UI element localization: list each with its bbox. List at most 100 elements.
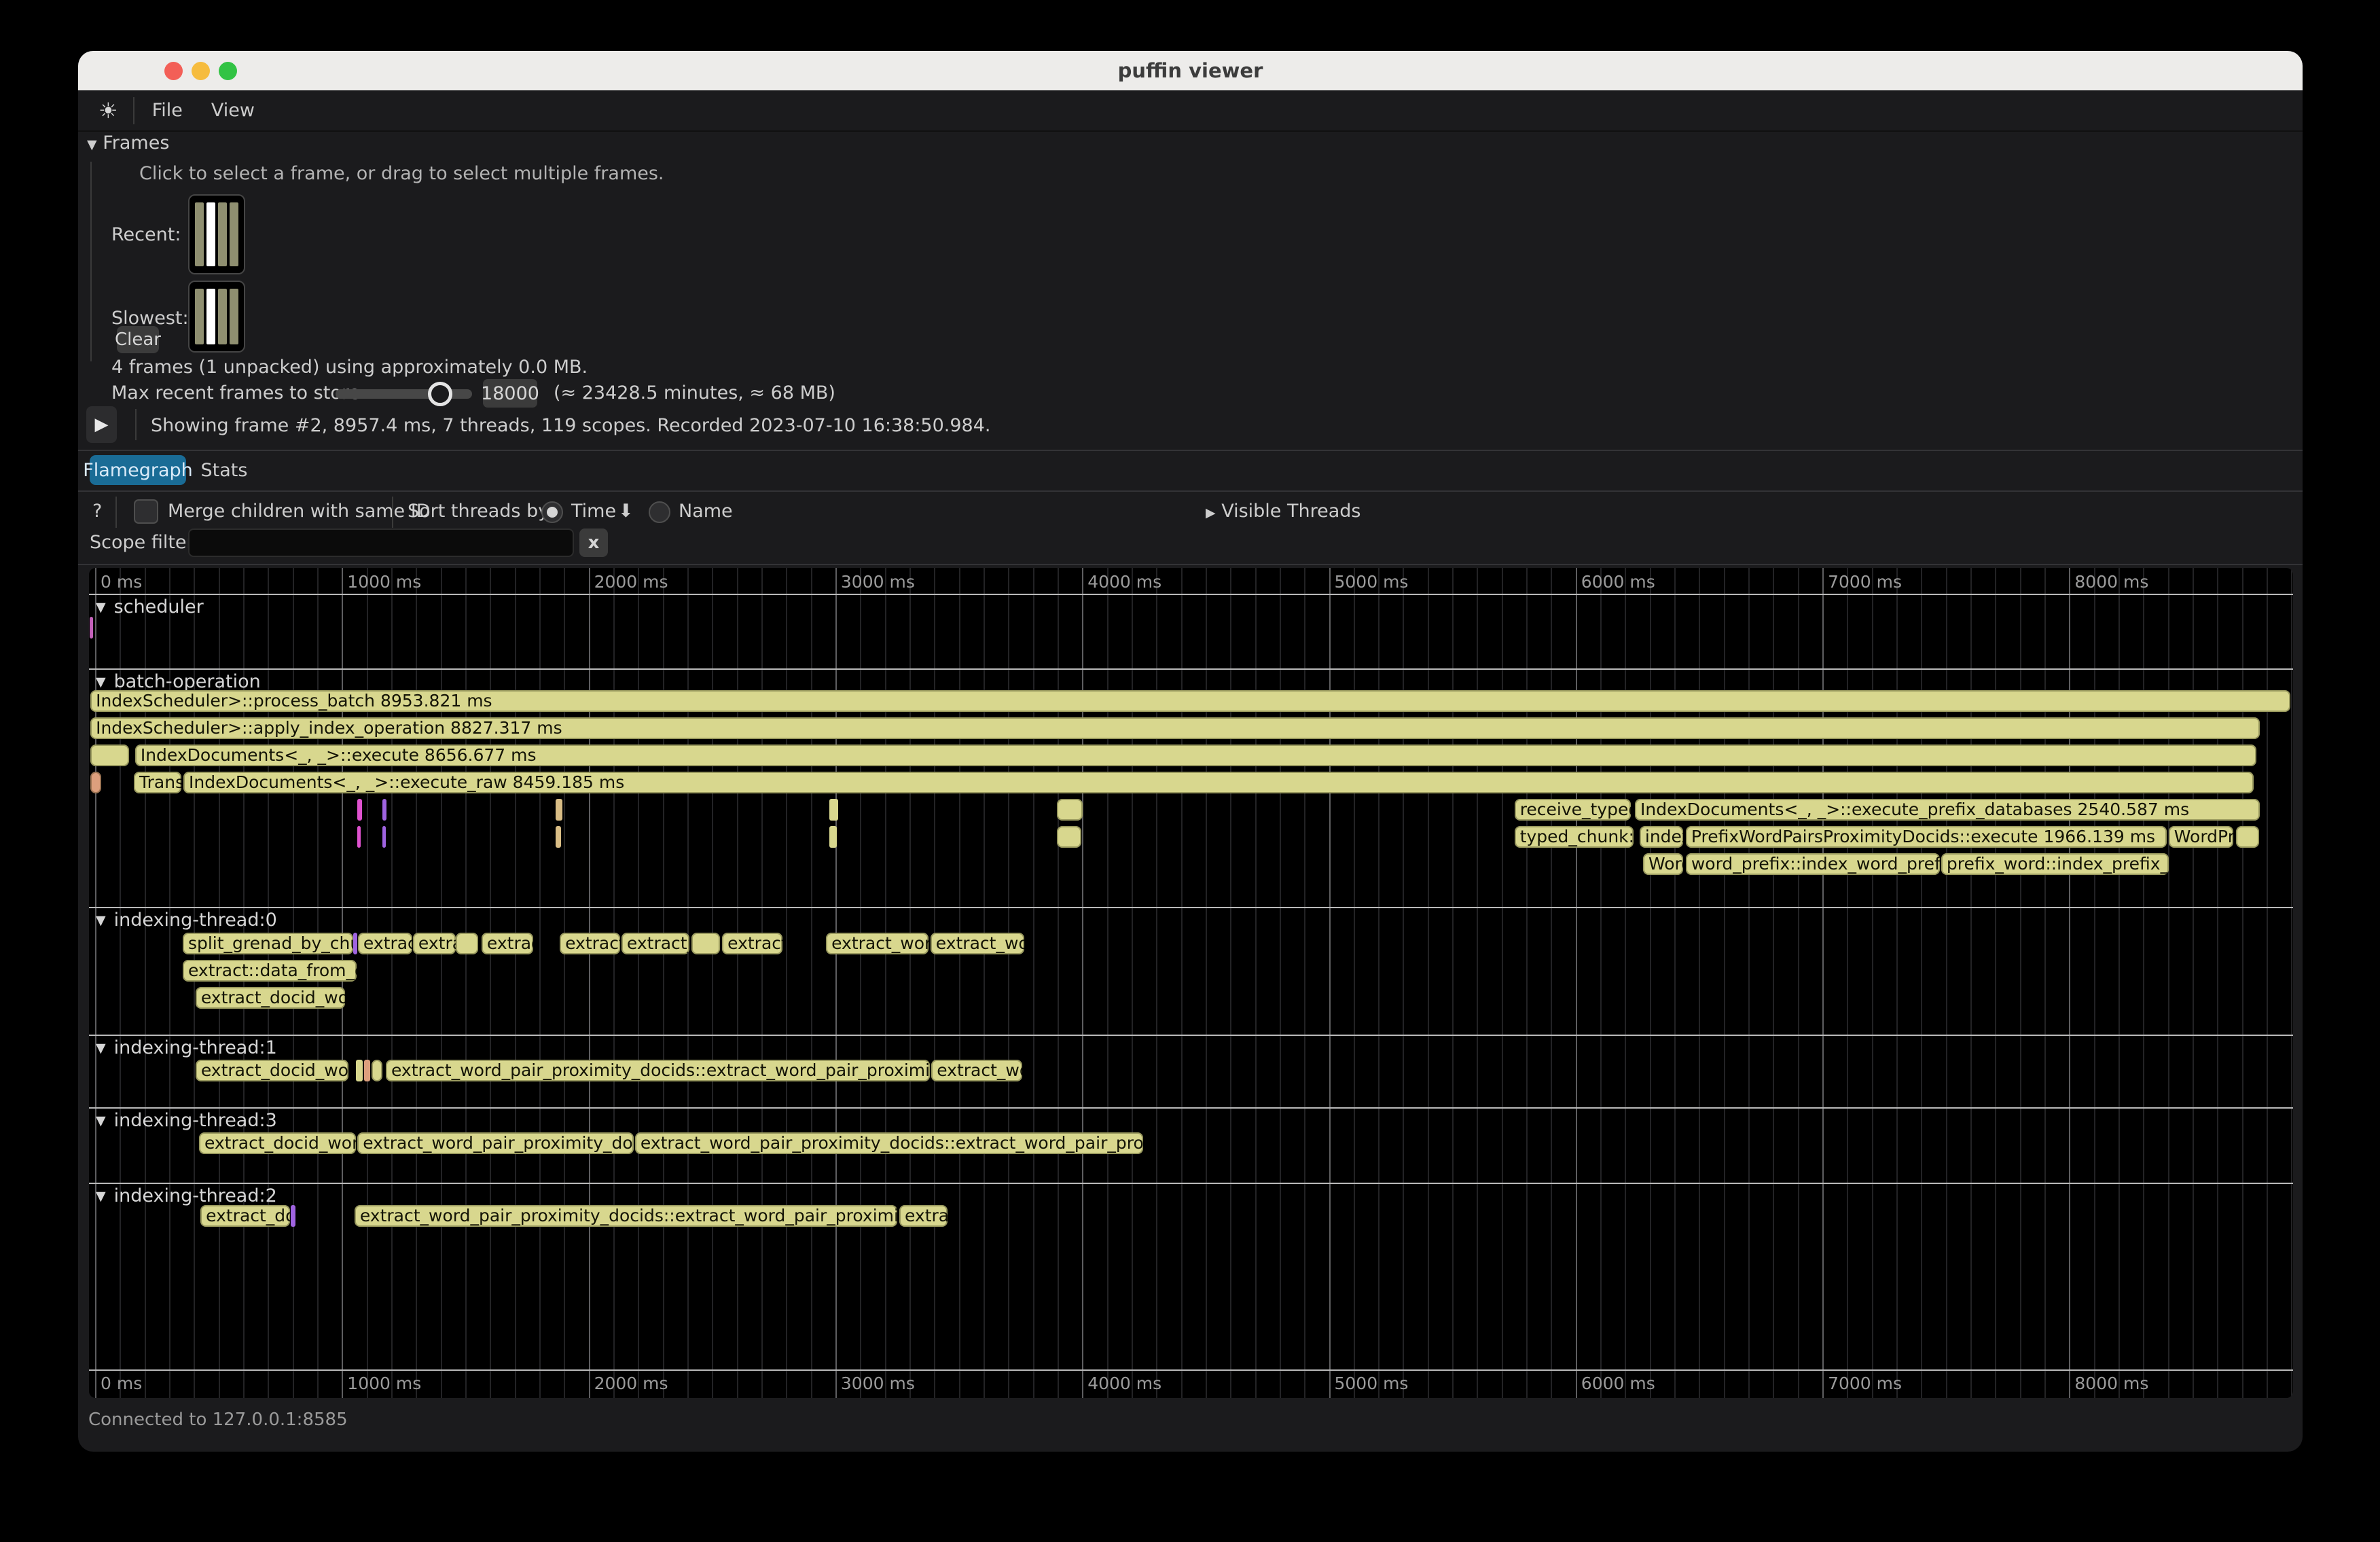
sort-direction-arrow-icon[interactable]: ⬇ [618,501,634,522]
flamegraph-scope[interactable]: IndexScheduler>::process_batch 8953.821 … [90,690,2290,712]
sort-name-label[interactable]: Name [679,501,733,522]
flamegraph-scope[interactable]: extract_word_pair_proximity_docids::extr… [355,1205,897,1227]
maximize-button[interactable] [219,62,237,80]
flamegraph-scope[interactable] [2236,826,2259,848]
flamegraph-scope[interactable] [456,933,478,954]
frame-thumbnail-bar[interactable] [218,202,227,266]
frames-header[interactable]: ▼ Frames [87,132,169,154]
flamegraph-scope[interactable]: PrefixWordPairsProximityDocids::execute … [1686,826,2167,848]
scope-filter-input[interactable] [188,528,574,557]
flamegraph-scope[interactable]: extra [413,933,456,954]
flamegraph-scope[interactable]: IndexDocuments<_, _>::execute_prefix_dat… [1635,799,2260,821]
clear-button[interactable]: Clear [117,326,159,353]
flamegraph-scope[interactable]: IndexScheduler>::apply_index_operation 8… [90,717,2260,739]
frame-thumbnail-bar[interactable] [230,202,238,266]
flamegraph-scope[interactable] [291,1205,295,1227]
flamegraph-scope[interactable]: extract_docid_word [199,1132,356,1154]
sort-name-radio[interactable] [649,501,670,523]
frame-thumbnail-bar[interactable] [195,289,204,344]
thread-header-indexing-thread:0[interactable]: ▼indexing-thread:0 [96,910,277,931]
frame-thumbnail-bar[interactable] [218,289,227,344]
flamegraph-scope[interactable]: extract_wo [931,1060,1022,1081]
thread-header-indexing-thread:1[interactable]: ▼indexing-thread:1 [96,1037,277,1058]
flamegraph-scope[interactable]: extract_wo [931,933,1024,954]
merge-children-checkbox[interactable] [134,499,158,524]
thread-header-indexing-thread:3[interactable]: ▼indexing-thread:3 [96,1110,277,1131]
flamegraph-scope[interactable] [829,799,838,821]
sort-time-radio[interactable] [541,501,563,523]
play-button[interactable]: ▶ [86,406,117,443]
merge-children-label[interactable]: Merge children with same ID [168,501,431,522]
max-frames-slider-knob[interactable] [428,382,452,406]
flamegraph-scope[interactable]: extract_word_pair_proximity_docids::extr… [635,1132,1143,1154]
thread-header-batch-operation[interactable]: ▼batch-operation [96,671,261,692]
flamegraph-scope[interactable] [1057,826,1081,848]
lane-separator [89,1369,2293,1371]
flamegraph-scope[interactable] [556,799,562,821]
flamegraph-scope[interactable]: extrac [482,933,533,954]
menu-file[interactable]: File [152,100,183,121]
flamegraph-scope[interactable]: extract_ [621,933,689,954]
flamegraph-scope[interactable] [372,1060,382,1081]
clear-filter-button[interactable]: x [579,528,608,557]
frame-thumbnail-bar[interactable] [195,202,204,266]
flamegraph-scope[interactable]: extrac [899,1205,948,1227]
theme-toggle-icon[interactable]: ☀ [98,98,118,124]
scope-filter-label: Scope filter: [90,532,200,553]
flamegraph-scope[interactable]: extract [722,933,782,954]
tab-stats[interactable]: Stats [204,455,245,485]
flamegraph-scope[interactable] [90,617,93,639]
flamegraph-scope[interactable]: prefix_word::index_prefix_wo [1941,853,2169,875]
flamegraph-scope[interactable]: extract_docid_word [196,987,345,1009]
flamegraph-scope[interactable]: typed_chunk::w [1515,826,1634,848]
max-frames-value[interactable]: 18000 [483,379,537,408]
flamegraph-scope[interactable]: index [1640,826,1683,848]
visible-threads-header[interactable]: ▶ Visible Threads [1206,501,1360,522]
flamegraph-scope[interactable]: Word [1643,853,1683,875]
flamegraph-scope[interactable]: split_grenad_by_chun [183,933,353,954]
flamegraph-scope[interactable] [357,826,361,848]
flamegraph-scope[interactable]: extract::data_from_ob [183,960,357,982]
separator [78,490,2303,492]
flamegraph-scope[interactable] [691,933,720,954]
flamegraph-scope[interactable]: extract_doc [200,1205,290,1227]
flamegraph-scope[interactable]: extract_ [560,933,620,954]
flamegraph-scope[interactable]: Trans [134,772,181,793]
flamegraph-scope[interactable] [357,799,362,821]
flamegraph-scope[interactable] [364,1060,370,1081]
flamegraph-scope[interactable]: extract_word [826,933,928,954]
flamegraph-scope[interactable] [90,772,101,793]
help-button[interactable]: ? [92,501,102,522]
tab-flamegraph[interactable]: Flamegraph [90,455,186,485]
flamegraph-scope[interactable]: receive_typed_ [1515,799,1631,821]
flamegraph-scope[interactable] [356,1060,363,1081]
frames-indent-line [90,162,92,361]
frame-thumbnail-bar[interactable] [230,289,238,344]
flamegraph-scope[interactable]: IndexDocuments<_, _>::execute 8656.677 m… [135,745,2256,766]
sort-time-label[interactable]: Time [571,501,616,522]
flamegraph-scope[interactable]: word_prefix::index_word_prefix_ [1686,853,1940,875]
flamegraph-scope[interactable]: extract_word_pair_proximity_docids [357,1132,634,1154]
flamegraph-scope[interactable] [382,799,386,821]
thread-header-indexing-thread:2[interactable]: ▼indexing-thread:2 [96,1185,277,1206]
menu-view[interactable]: View [211,100,255,121]
frame-thumbnail-bar[interactable] [206,289,215,344]
flamegraph-scope[interactable]: extract_word_pair_proximity_docids::extr… [386,1060,930,1081]
flamegraph-scope[interactable] [90,745,129,766]
flamegraph-canvas[interactable]: 0 ms0 ms1000 ms1000 ms2000 ms2000 ms3000… [89,568,2293,1398]
flamegraph-scope[interactable] [353,933,357,954]
thread-header-scheduler[interactable]: ▼scheduler [96,596,204,617]
frame-thumbnail-bar[interactable] [206,202,215,266]
close-button[interactable] [164,62,183,80]
flamegraph-scope[interactable] [1057,799,1083,821]
slowest-frames-thumbnail[interactable] [188,281,245,353]
flamegraph-scope[interactable] [556,826,561,848]
flamegraph-scope[interactable] [382,826,386,848]
flamegraph-scope[interactable]: WordPr [2169,826,2233,848]
flamegraph-scope[interactable] [829,826,837,848]
flamegraph-scope[interactable]: extract_docid_word [196,1060,348,1081]
recent-frames-thumbnail[interactable] [188,194,245,274]
flamegraph-scope[interactable]: extract [358,933,412,954]
minimize-button[interactable] [192,62,210,80]
flamegraph-scope[interactable]: IndexDocuments<_, _>::execute_raw 8459.1… [183,772,2254,793]
